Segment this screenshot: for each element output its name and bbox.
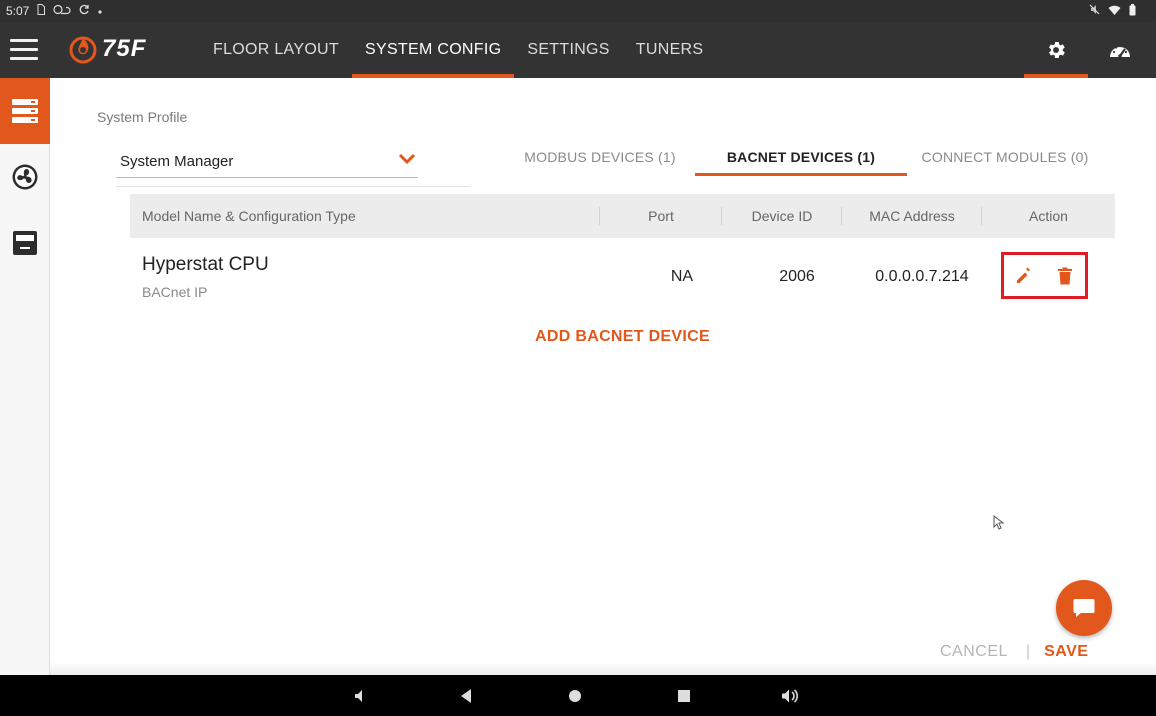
device-config-type: BACnet IP <box>142 284 208 300</box>
device-mac: 0.0.0.0.7.214 <box>875 268 969 285</box>
nav-floor-layout[interactable]: FLOOR LAYOUT <box>200 22 352 78</box>
col-header-mac: MAC Address <box>842 194 982 238</box>
device-name: Hyperstat CPU <box>142 254 269 275</box>
thermostat-device-icon <box>13 231 37 255</box>
nav-system-config[interactable]: SYSTEM CONFIG <box>352 22 515 78</box>
chat-fab-button[interactable] <box>1056 580 1112 636</box>
nav-tuners[interactable]: TUNERS <box>623 22 717 78</box>
tab-bacnet-devices[interactable]: BACNET DEVICES (1) <box>695 138 907 176</box>
app-bar: 75F FLOOR LAYOUT SYSTEM CONFIG SETTINGS … <box>0 22 1156 78</box>
edit-device-button[interactable] <box>1011 263 1037 289</box>
col-header-port: Port <box>600 194 722 238</box>
home-icon[interactable] <box>564 685 586 707</box>
dot-icon <box>98 5 102 17</box>
status-time: 5:07 <box>6 4 30 18</box>
volume-up-icon[interactable] <box>779 685 801 707</box>
device-port: NA <box>670 268 694 285</box>
system-profile-value: System Manager <box>120 153 234 170</box>
footer-divider: | <box>1025 643 1031 660</box>
sync-icon <box>79 4 90 18</box>
gear-icon[interactable] <box>1024 22 1088 78</box>
main-content: System Profile System Manager MODBUS DEV… <box>0 78 1156 675</box>
device-id: 2006 <box>779 268 815 285</box>
cloud-icon <box>53 4 71 18</box>
rail-item-device[interactable] <box>0 210 50 276</box>
battery-icon <box>1129 3 1136 19</box>
mute-icon <box>1089 4 1100 18</box>
system-profile-dropdown[interactable]: System Manager <box>116 146 418 178</box>
action-highlight-box <box>1001 252 1088 299</box>
wifi-icon <box>1108 4 1121 18</box>
brand-logo: 75F <box>68 34 146 64</box>
profile-divider <box>116 186 470 187</box>
table-row: Hyperstat CPU BACnet IP NA 2006 0.0.0.0.… <box>130 246 1115 310</box>
col-header-model: Model Name & Configuration Type <box>130 194 600 238</box>
tab-connect-modules[interactable]: CONNECT MODULES (0) <box>907 138 1103 176</box>
side-rail <box>0 78 50 675</box>
system-profile-label: System Profile <box>97 109 188 125</box>
system-nav-bar <box>0 675 1156 716</box>
rail-item-system[interactable] <box>0 78 50 144</box>
footer-actions: CANCEL | SAVE <box>940 640 1088 664</box>
system-stack-icon <box>12 99 38 123</box>
col-header-action: Action <box>1029 208 1068 224</box>
volume-down-icon[interactable] <box>349 685 371 707</box>
cancel-button[interactable]: CANCEL <box>940 643 1008 661</box>
nav-settings[interactable]: SETTINGS <box>514 22 622 78</box>
pencil-icon <box>1017 267 1031 283</box>
add-bacnet-device-button[interactable]: ADD BACNET DEVICE <box>520 328 725 346</box>
sim-icon <box>37 4 46 18</box>
trash-icon <box>1057 267 1072 284</box>
rail-item-fan[interactable] <box>0 144 50 210</box>
save-button[interactable]: SAVE <box>1044 643 1088 661</box>
delete-device-button[interactable] <box>1052 263 1078 289</box>
mouse-pointer-icon <box>993 515 1004 530</box>
status-bar: 5:07 <box>0 0 1156 22</box>
main-nav: FLOOR LAYOUT SYSTEM CONFIG SETTINGS TUNE… <box>200 22 716 78</box>
back-icon[interactable] <box>455 685 477 707</box>
fan-icon <box>12 164 38 190</box>
tab-modbus-devices[interactable]: MODBUS DEVICES (1) <box>505 138 695 176</box>
hamburger-menu-icon[interactable] <box>10 39 38 61</box>
chat-bubble-icon <box>1073 599 1095 617</box>
device-tabs: MODBUS DEVICES (1) BACNET DEVICES (1) CO… <box>505 138 1103 176</box>
col-header-device-id: Device ID <box>722 194 842 238</box>
brand-logo-text: 75F <box>102 35 147 62</box>
table-header: Model Name & Configuration Type Port Dev… <box>130 194 1115 238</box>
dashboard-gauge-icon[interactable] <box>1088 22 1152 78</box>
chevron-down-icon <box>398 153 416 165</box>
recents-icon[interactable] <box>673 685 695 707</box>
flame-logo-icon <box>69 36 97 64</box>
